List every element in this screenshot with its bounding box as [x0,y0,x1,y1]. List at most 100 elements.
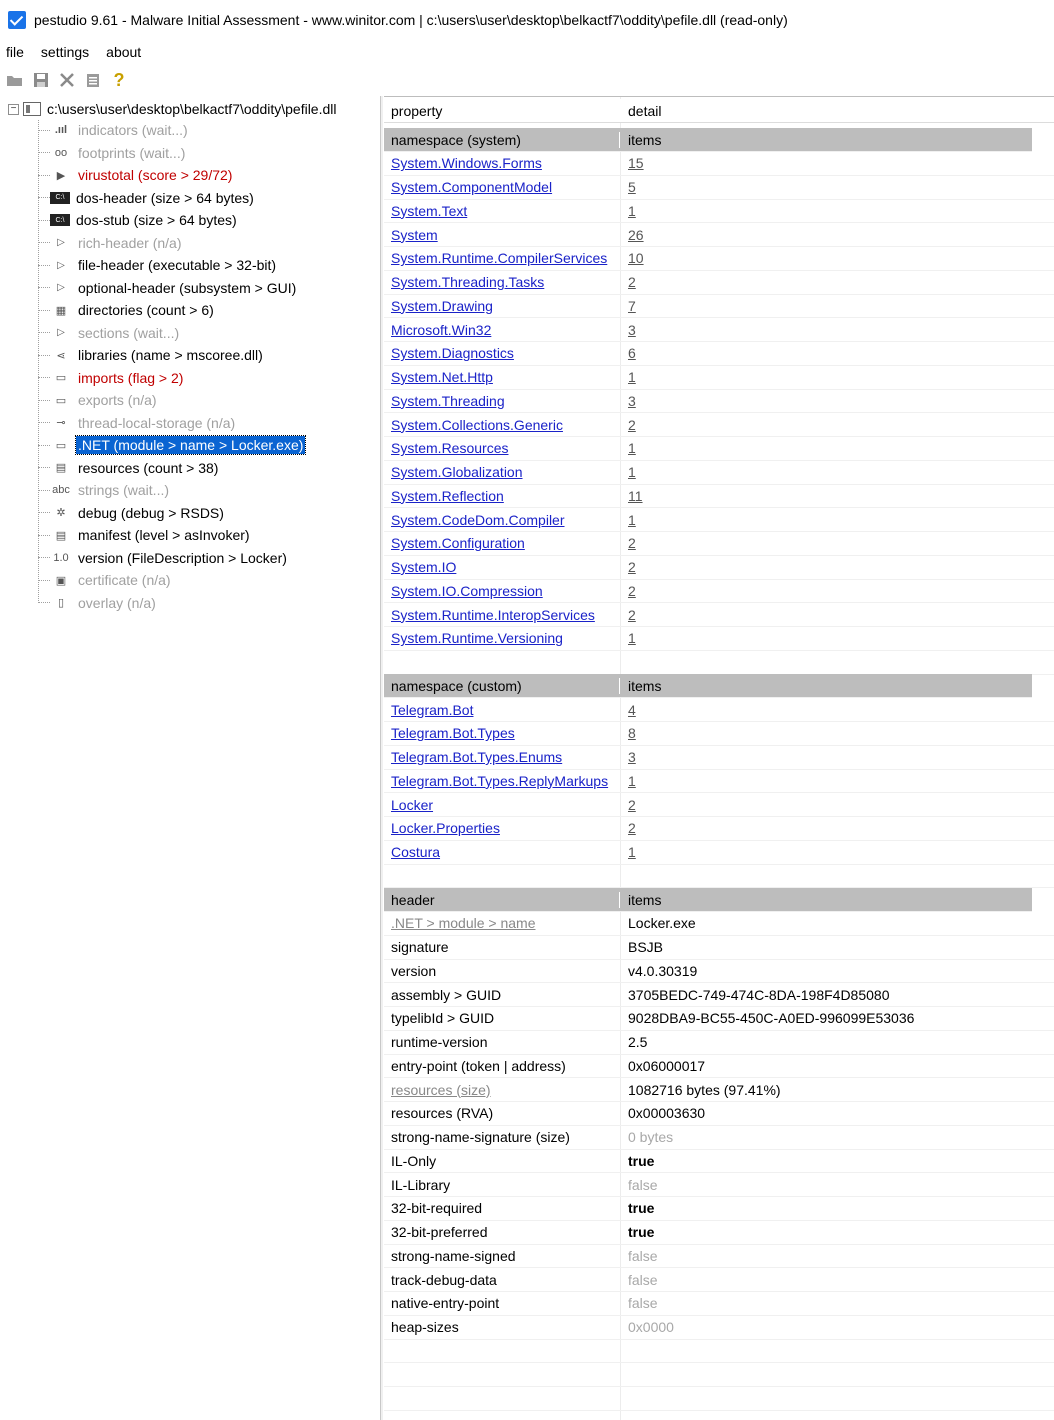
table-row[interactable]: IL-Library false [384,1173,1054,1197]
detail-cell[interactable]: 2 [620,820,1032,836]
property-cell[interactable]: System.Threading.Tasks [384,274,620,290]
detail-cell[interactable]: 2 [620,274,1032,290]
tree-node[interactable]: ▷ file-header (executable > 32-bit) [38,254,278,276]
table-row[interactable]: Telegram.Bot 4 [384,698,1054,722]
table-row[interactable]: Telegram.Bot.Types.ReplyMarkups 1 [384,769,1054,794]
table-row[interactable]: System.Diagnostics 6 [384,342,1054,366]
open-icon[interactable] [2,69,28,91]
detail-cell[interactable]: 3 [620,393,1032,409]
property-cell[interactable]: System.Reflection [384,488,620,504]
detail-cell[interactable]: 11 [620,488,1032,504]
tree-node[interactable]: ✲ debug (debug > RSDS) [38,502,226,524]
tree-node[interactable]: ▤ resources (count > 38) [38,457,220,479]
property-cell[interactable]: System.Runtime.CompilerServices [384,250,620,266]
table-row[interactable]: System.Reflection 11 [384,484,1054,509]
detail-cell[interactable]: 1 [620,464,1032,480]
menu-settings[interactable]: settings [41,44,89,60]
tree-node[interactable]: ⊸ thread-local-storage (n/a) [38,412,237,434]
detail-cell[interactable]: 2 [620,417,1032,433]
property-cell[interactable]: System.Resources [384,440,620,456]
table-row[interactable]: 32-bit-required true [384,1197,1054,1221]
property-cell[interactable]: System.IO [384,559,620,575]
property-cell[interactable]: System.Runtime.InteropServices [384,607,620,623]
property-cell[interactable]: System.ComponentModel [384,179,620,195]
detail-cell[interactable]: 1 [620,512,1032,528]
table-row[interactable]: System.IO.Compression 2 [384,579,1054,604]
table-row[interactable]: System.Text 1 [384,199,1054,224]
table-row[interactable]: resources (size) 1082716 bytes (97.41%) [384,1078,1054,1102]
table-row[interactable]: signature BSJB [384,936,1054,960]
table-row[interactable]: typelibId > GUID 9028DBA9-BC55-450C-A0ED-… [384,1007,1054,1031]
detail-cell[interactable]: 1 [620,844,1032,860]
tree-node[interactable]: ▣ certificate (n/a) [38,569,173,591]
property-cell[interactable]: System.Collections.Generic [384,417,620,433]
table-row[interactable]: System.Threading.Tasks 2 [384,271,1054,295]
table-row[interactable]: System.Globalization 1 [384,461,1054,485]
property-cell[interactable]: Costura [384,844,620,860]
tree-node[interactable]: 1.0 version (FileDescription > Locker) [38,547,289,569]
property-cell[interactable]: Locker.Properties [384,820,620,836]
tree-node[interactable]: ▦ directories (count > 6) [38,299,216,321]
property-cell[interactable]: System.CodeDom.Compiler [384,512,620,528]
table-row[interactable]: strong-name-signed false [384,1244,1054,1269]
detail-cell[interactable]: 2 [620,797,1032,813]
property-cell[interactable]: System.Text [384,203,620,219]
tree-node[interactable]: .ııl indicators (wait...) [38,119,190,141]
property-cell[interactable]: Telegram.Bot.Types.Enums [384,749,620,765]
tree-node[interactable]: ▷ sections (wait...) [38,322,181,344]
help-icon[interactable]: ? [106,69,132,91]
table-row[interactable]: strong-name-signature (size) 0 bytes [384,1126,1054,1150]
detail-cell[interactable]: 2 [620,559,1032,575]
table-row[interactable]: assembly > GUID 3705BEDC-749-474C-8DA-198… [384,983,1054,1007]
table-row[interactable]: System.Resources 1 [384,437,1054,461]
table-row[interactable]: System.ComponentModel 5 [384,176,1054,200]
tree-node[interactable]: ▭ exports (n/a) [38,389,159,411]
table-row[interactable]: System.CodeDom.Compiler 1 [384,508,1054,532]
menu-file[interactable]: file [6,44,24,60]
tree-node[interactable]: abc strings (wait...) [38,479,171,501]
table-row[interactable]: .NET > module > name Locker.exe [384,912,1054,936]
detail-cell[interactable]: 1 [620,773,1032,789]
table-row[interactable]: native-entry-point false [384,1292,1054,1316]
property-cell[interactable]: System.Configuration [384,535,620,551]
table-row[interactable]: System 26 [384,223,1054,247]
table-group-header[interactable]: namespace (system) items [384,128,1032,152]
property-cell[interactable]: Locker [384,797,620,813]
table-row[interactable]: System.Net.Http 1 [384,366,1054,390]
detail-cell[interactable]: 1 [620,203,1032,219]
detail-cell[interactable]: 2 [620,535,1032,551]
tree-node[interactable]: ▭ .NET (module > name > Locker.exe) [38,434,307,456]
detail-cell[interactable]: 1 [620,630,1032,646]
property-cell[interactable]: System.Drawing [384,298,620,314]
table-row[interactable]: Locker.Properties 2 [384,817,1054,841]
table-row[interactable]: resources (RVA) 0x00003630 [384,1102,1054,1126]
detail-cell[interactable]: 4 [620,702,1032,718]
tree-node[interactable]: ▤ manifest (level > asInvoker) [38,524,252,546]
detail-cell[interactable]: 8 [620,725,1032,741]
column-header-property[interactable]: property [384,103,620,119]
detail-cell[interactable]: 7 [620,298,1032,314]
tree-node[interactable]: oo footprints (wait...) [38,142,187,164]
detail-cell[interactable]: 6 [620,345,1032,361]
detail-cell[interactable]: 3 [620,749,1032,765]
table-row[interactable]: Telegram.Bot.Types.Enums 3 [384,746,1054,770]
detail-cell[interactable]: 5 [620,179,1032,195]
table-group-header[interactable]: namespace (custom) items [384,674,1032,699]
menu-about[interactable]: about [106,44,141,60]
property-cell[interactable]: System.Windows.Forms [384,155,620,171]
detail-cell[interactable]: 10 [620,250,1032,266]
property-cell[interactable]: Telegram.Bot.Types [384,725,620,741]
property-cell[interactable]: System [384,227,620,243]
table-row[interactable]: entry-point (token | address) 0x06000017 [384,1054,1054,1079]
tree-node[interactable]: C:\ dos-header (size > 64 bytes) [38,187,256,209]
property-cell[interactable]: .NET > module > name [384,915,620,931]
table-row[interactable]: System.Configuration 2 [384,532,1054,556]
table-row[interactable]: Microsoft.Win32 3 [384,318,1054,342]
table-row[interactable]: System.Drawing 7 [384,294,1054,319]
property-cell[interactable]: Microsoft.Win32 [384,322,620,338]
table-group-header[interactable]: header items [384,888,1032,912]
property-cell[interactable]: resources (size) [384,1082,620,1098]
table-row[interactable]: System.Runtime.CompilerServices 10 [384,247,1054,271]
tree-node[interactable]: ▭ imports (flag > 2) [38,367,185,389]
table-row[interactable]: System.IO 2 [384,556,1054,580]
